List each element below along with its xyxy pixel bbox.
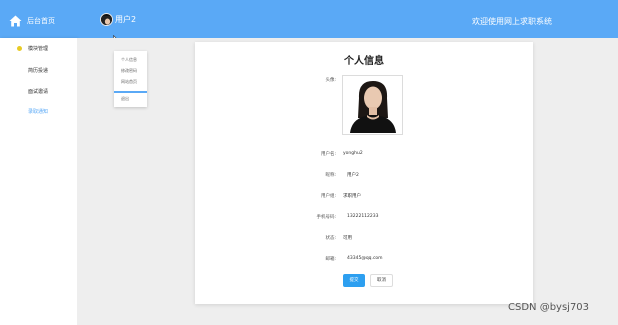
field-label-user-group: 用户组: xyxy=(320,194,336,199)
profile-photo xyxy=(346,78,400,133)
menu-item-profile[interactable]: 个人信息 xyxy=(121,57,137,63)
cancel-button[interactable]: 取消 xyxy=(370,274,393,287)
field-value-nickname: 用户2 xyxy=(347,173,359,178)
user-dropdown-menu: 个人信息 修改密码 网站首页 退出 xyxy=(114,51,147,107)
top-header: 后台首页 用户2 欢迎使用网上求职系统 xyxy=(0,0,618,38)
field-value-status: 可用 xyxy=(343,236,352,241)
home-icon xyxy=(9,12,22,31)
user-avatar xyxy=(100,13,113,26)
module-indicator-icon xyxy=(17,46,22,51)
page-title: 个人信息 xyxy=(344,56,384,67)
menu-item-logout[interactable]: 退出 xyxy=(121,96,129,102)
submit-button[interactable]: 提交 xyxy=(343,274,365,287)
avatar-label: 头像: xyxy=(325,78,336,83)
username-label: 用户2 xyxy=(115,15,137,24)
user-menu-trigger[interactable]: 用户2 xyxy=(100,13,136,26)
menu-item-site-home[interactable]: 网站首页 xyxy=(121,79,137,85)
sidebar xyxy=(0,38,77,325)
welcome-text: 欢迎使用网上求职系统 xyxy=(472,17,552,26)
field-label-status: 状态: xyxy=(325,236,336,241)
field-label-nickname: 昵称: xyxy=(325,173,336,178)
field-label-username: 用户名: xyxy=(320,152,336,157)
watermark: CSDN @bysj703 xyxy=(508,302,590,313)
menu-item-change-password[interactable]: 修改密码 xyxy=(121,68,137,74)
field-label-phone: 手机号码: xyxy=(316,215,336,220)
field-label-email: 邮箱: xyxy=(325,257,336,262)
menu-divider xyxy=(114,91,147,93)
home-link[interactable]: 后台首页 xyxy=(9,14,55,28)
field-value-email: 43345@qq.com xyxy=(347,256,383,261)
sidebar-item-admission-notice[interactable]: 录取通知 xyxy=(28,108,48,115)
field-value-user-group: 求职用户 xyxy=(343,194,361,199)
sidebar-item-module-management[interactable]: 模块管理 xyxy=(28,45,48,52)
field-value-phone: 13222112233 xyxy=(347,214,379,219)
sidebar-item-interview-invitation[interactable]: 面试邀请 xyxy=(28,88,48,95)
field-value-username: yonghu2 xyxy=(343,151,363,156)
sidebar-item-resume-delivery[interactable]: 简历投递 xyxy=(28,67,48,74)
home-label: 后台首页 xyxy=(27,17,55,25)
avatar-upload[interactable] xyxy=(342,75,403,135)
